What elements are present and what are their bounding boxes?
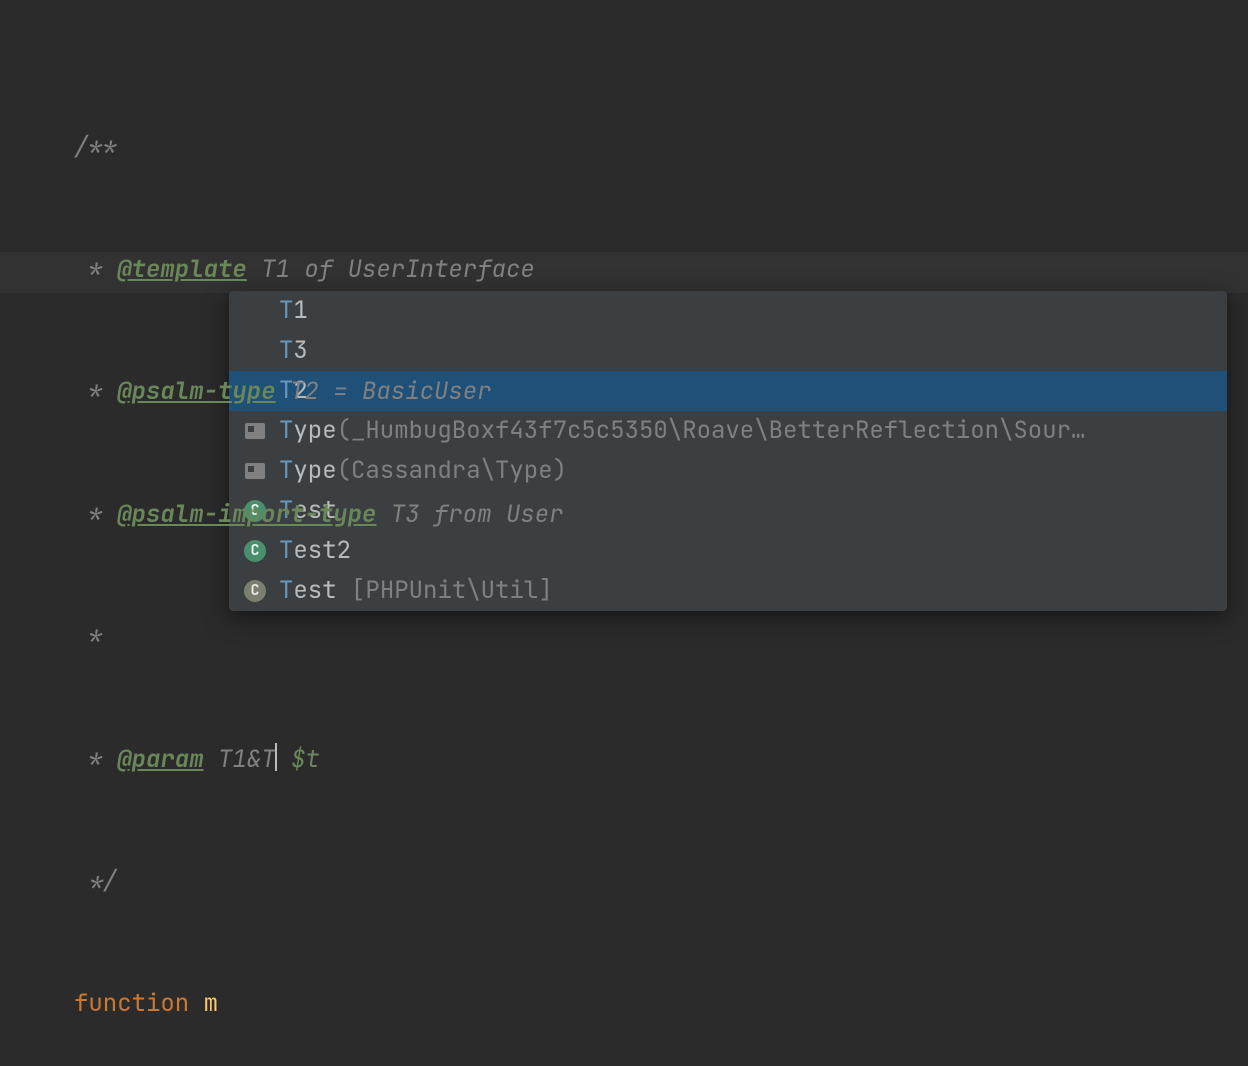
completion-label: Type(Cassandra\Type) <box>279 451 567 492</box>
code-line: function m <box>74 984 1248 1025</box>
class-icon: C <box>243 579 267 603</box>
completion-item[interactable]: Type(_HumbugBoxf43f7c5c5350\Roave\Better… <box>229 411 1227 451</box>
code-editor[interactable]: /** * @template T1 of UserInterface * @p… <box>0 0 1248 1066</box>
completion-label: Type(_HumbugBoxf43f7c5c5350\Roave\Better… <box>279 411 1085 452</box>
completion-item[interactable]: Type(Cassandra\Type) <box>229 451 1227 491</box>
completion-hint: (_HumbugBoxf43f7c5c5350\Roave\BetterRefl… <box>337 415 1086 446</box>
completion-item[interactable]: C Test [PHPUnit\Util] <box>229 571 1227 611</box>
docblock-line: * @template T1 of UserInterface <box>74 250 1248 291</box>
completion-item[interactable]: T1 <box>229 291 1227 331</box>
completion-item[interactable]: C Test2 <box>229 531 1227 571</box>
completion-label: T1 <box>279 291 308 331</box>
tag-psalm-import-type: @psalm-import-type <box>117 499 376 530</box>
tag-psalm-type: @psalm-type <box>117 376 275 407</box>
docblock-line-empty: * <box>74 617 1248 658</box>
namespace-icon <box>243 419 267 443</box>
docblock-line: * @psalm-type T2 = BasicUser <box>74 372 1248 413</box>
tag-param: @param <box>117 744 203 775</box>
docblock-start: /** <box>74 128 1248 169</box>
docblock-end: */ <box>74 862 1248 903</box>
completion-item[interactable]: T3 <box>229 331 1227 371</box>
completion-label: Test2 <box>279 531 351 572</box>
namespace-icon <box>243 459 267 483</box>
tag-template: @template <box>117 254 247 285</box>
docblock-param-line: * @param T1&T $t <box>74 740 1248 781</box>
completion-label: Test [PHPUnit\Util] <box>279 571 553 611</box>
completion-hint: (Cassandra\Type) <box>337 455 567 486</box>
completion-hint: [PHPUnit\Util] <box>351 575 553 606</box>
completion-label: T3 <box>279 331 308 372</box>
completion-popup[interactable]: T1T3T2Type(_HumbugBoxf43f7c5c5350\Roave\… <box>229 291 1227 611</box>
class-icon: C <box>243 539 267 563</box>
docblock-line: * @psalm-import-type T3 from User <box>74 495 1248 536</box>
